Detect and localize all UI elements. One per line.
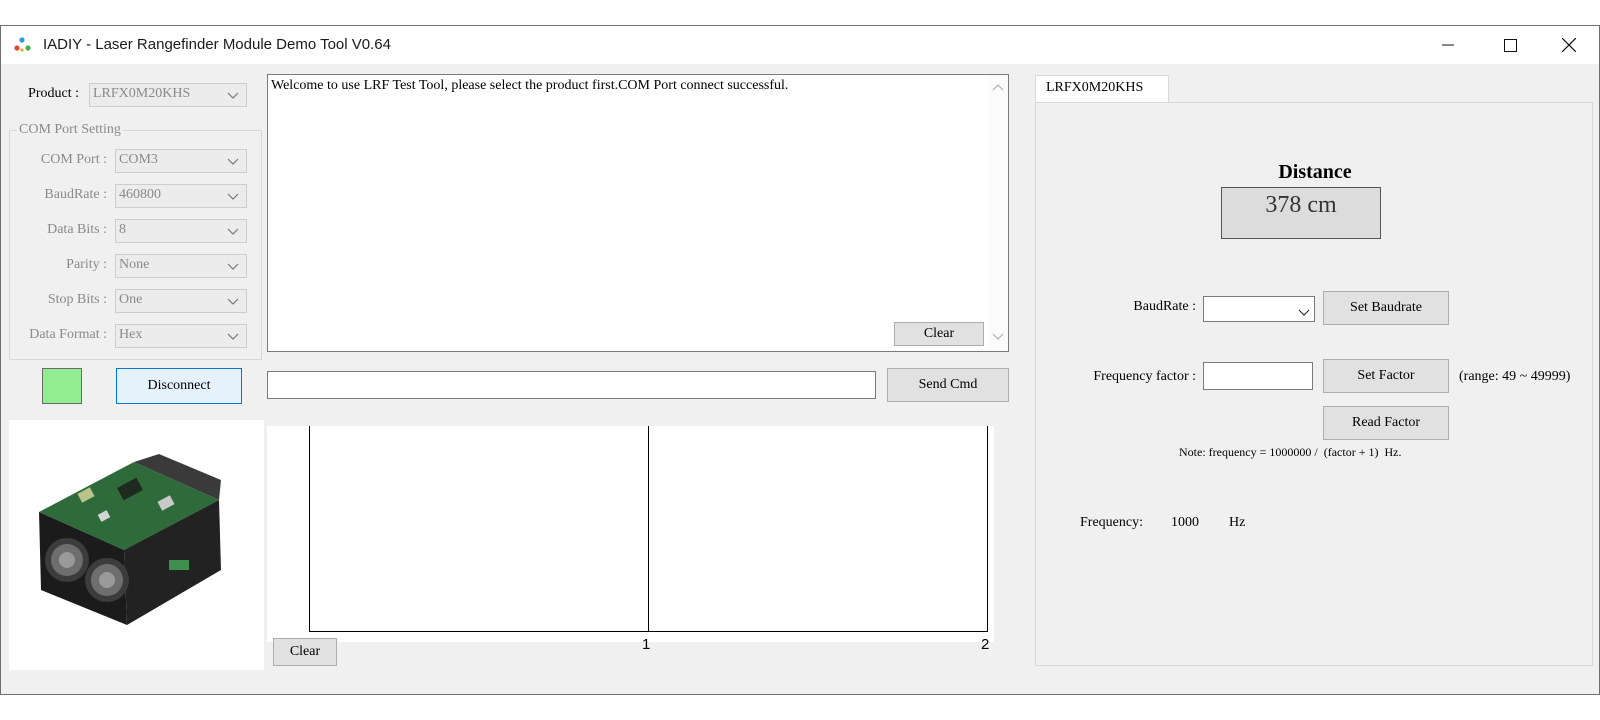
- graph-gridline: [987, 426, 988, 632]
- graph-clear-label: Clear: [289, 644, 321, 659]
- setting-select[interactable]: One: [115, 289, 247, 313]
- tab-label: LRFX0M20KHS: [1046, 80, 1144, 95]
- tab-content-panel: Distance 378 cm BaudRate : Set Baudrate …: [1035, 102, 1593, 666]
- window-title: IADIY - Laser Rangefinder Module Demo To…: [43, 36, 391, 53]
- command-input[interactable]: [267, 371, 876, 399]
- distance-graph: [267, 426, 994, 642]
- setting-select-value: Hex: [119, 327, 143, 342]
- setting-select[interactable]: None: [115, 254, 247, 278]
- setting-label: Data Format :: [29, 327, 107, 342]
- minimize-icon: [1442, 44, 1454, 46]
- graph-clear-button[interactable]: Clear: [273, 638, 337, 666]
- connection-status-indicator: [42, 368, 82, 404]
- read-factor-label: Read Factor: [1351, 415, 1421, 430]
- graph-x-tick-label: 1: [642, 636, 651, 653]
- set-factor-button[interactable]: Set Factor: [1323, 359, 1449, 393]
- chevron-down-icon: [1298, 305, 1310, 321]
- setting-select[interactable]: Hex: [115, 324, 247, 348]
- disconnect-button-label: Disconnect: [147, 378, 211, 393]
- set-baudrate-button[interactable]: Set Baudrate: [1323, 291, 1449, 325]
- setting-select[interactable]: 460800: [115, 184, 247, 208]
- product-label: Product :: [28, 86, 79, 101]
- title-bar[interactable]: IADIY - Laser Rangefinder Module Demo To…: [1, 26, 1599, 64]
- close-button[interactable]: [1538, 26, 1600, 64]
- setting-select-value: 8: [119, 222, 126, 237]
- setting-label: BaudRate :: [44, 187, 107, 202]
- distance-title: Distance: [1278, 161, 1352, 183]
- setting-select[interactable]: 8: [115, 219, 247, 243]
- minimize-button[interactable]: [1417, 26, 1479, 64]
- chevron-down-icon: [220, 290, 246, 312]
- product-image: [9, 420, 264, 670]
- distance-value: 378 cm: [1265, 192, 1337, 218]
- graph-gridline: [648, 426, 649, 632]
- graph-y-axis: [309, 426, 310, 632]
- maximize-button[interactable]: [1479, 26, 1541, 64]
- chevron-down-icon: [220, 185, 246, 207]
- frequency-label: Frequency:: [1080, 515, 1143, 530]
- app-window: IADIY - Laser Rangefinder Module Demo To…: [0, 25, 1600, 695]
- frequency-factor-input[interactable]: [1203, 362, 1313, 390]
- chevron-down-icon: [220, 150, 246, 172]
- scroll-down-icon[interactable]: [992, 333, 1004, 341]
- graph-x-tick-label: 2: [981, 636, 990, 653]
- set-factor-label: Set Factor: [1357, 368, 1415, 383]
- read-factor-button[interactable]: Read Factor: [1323, 406, 1449, 440]
- frequency-factor-label: Frequency factor :: [1093, 369, 1196, 384]
- chevron-down-icon: [220, 325, 246, 347]
- scroll-up-icon[interactable]: [992, 83, 1004, 91]
- frequency-formula-note: Note: frequency = 1000000 / (factor + 1)…: [1179, 445, 1402, 459]
- chevron-down-icon: [220, 220, 246, 242]
- log-clear-label: Clear: [923, 326, 955, 341]
- graph-x-axis: [309, 631, 988, 632]
- chevron-down-icon: [220, 255, 246, 277]
- product-select[interactable]: LRFX0M20KHS: [89, 83, 247, 107]
- setting-select-value: One: [119, 292, 143, 307]
- close-icon: [1562, 38, 1576, 52]
- chevron-down-icon: [220, 84, 246, 106]
- log-textarea[interactable]: Welcome to use LRF Test Tool, please sel…: [267, 74, 1009, 352]
- send-cmd-label: Send Cmd: [918, 377, 978, 392]
- setting-select-value: COM3: [119, 152, 158, 167]
- frequency-value: 1000: [1171, 515, 1199, 530]
- setting-select-value: None: [119, 257, 150, 272]
- maximize-icon: [1503, 38, 1517, 52]
- baudrate-select[interactable]: [1203, 296, 1315, 322]
- setting-label: COM Port :: [40, 152, 107, 167]
- send-cmd-button[interactable]: Send Cmd: [887, 368, 1009, 402]
- disconnect-button[interactable]: Disconnect: [116, 368, 242, 404]
- factor-range-note: (range: 49 ~ 49999): [1459, 369, 1571, 384]
- setting-select-value: 460800: [119, 187, 161, 202]
- distance-readout: 378 cm: [1221, 187, 1381, 239]
- baudrate-label: BaudRate :: [1133, 299, 1196, 314]
- setting-select[interactable]: COM3: [115, 149, 247, 173]
- setting-label: Stop Bits :: [47, 292, 107, 307]
- com-port-group-title: COM Port Setting: [17, 122, 123, 138]
- setting-label: Parity :: [66, 257, 107, 272]
- log-scrollbar[interactable]: [988, 75, 1008, 351]
- frequency-unit: Hz: [1229, 515, 1246, 530]
- tab-lrfx0m20khs[interactable]: LRFX0M20KHS: [1035, 75, 1169, 103]
- log-text: Welcome to use LRF Test Tool, please sel…: [271, 78, 789, 93]
- app-logo-icon: [14, 37, 31, 52]
- set-baudrate-label: Set Baudrate: [1350, 300, 1422, 315]
- setting-label: Data Bits :: [47, 222, 107, 237]
- product-select-value: LRFX0M20KHS: [93, 86, 191, 101]
- log-clear-button[interactable]: Clear: [894, 322, 984, 346]
